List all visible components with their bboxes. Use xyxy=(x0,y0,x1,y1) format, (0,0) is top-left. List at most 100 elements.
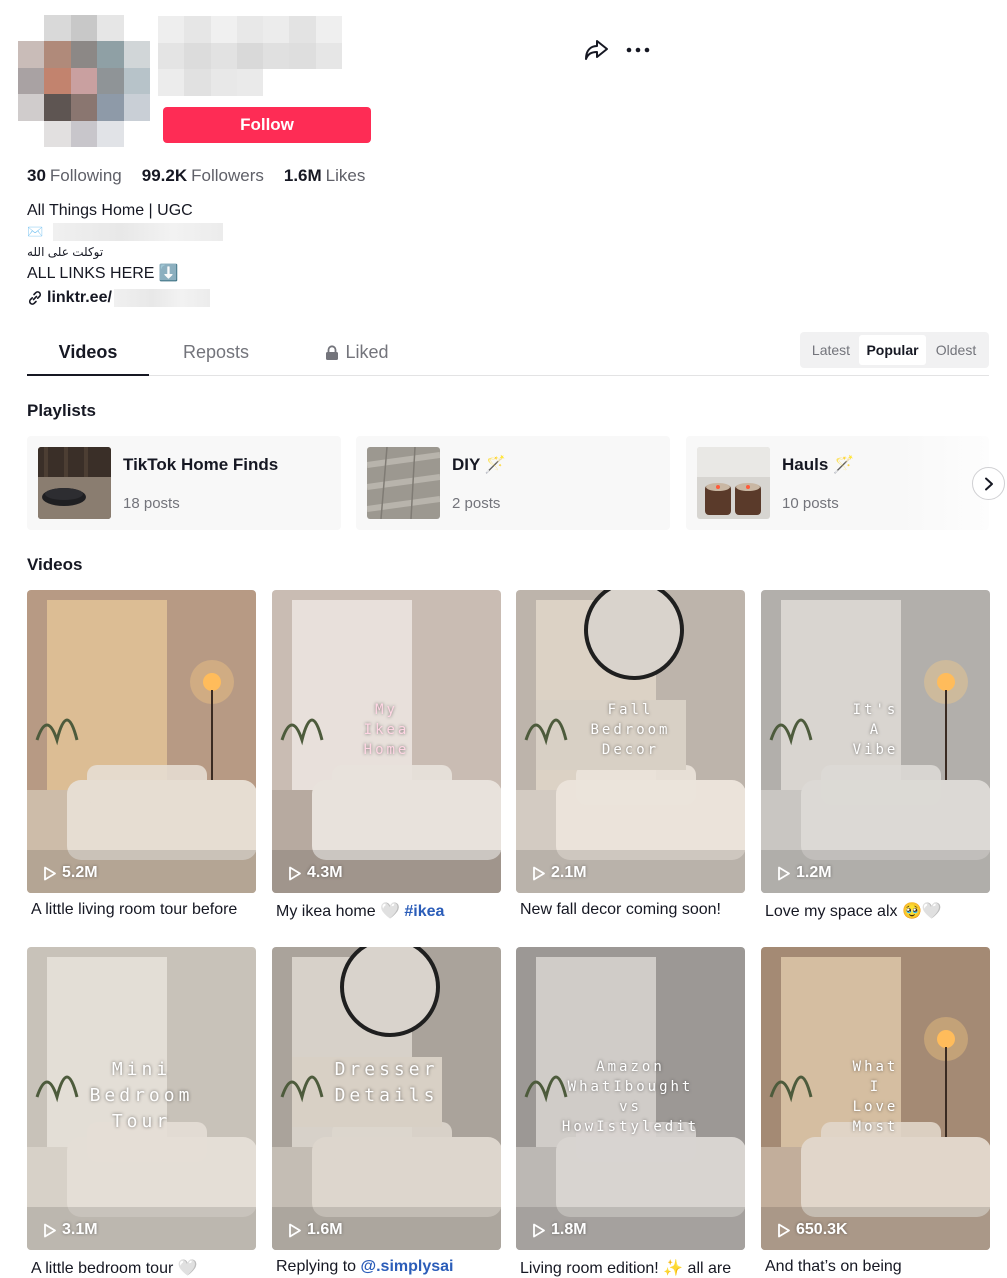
video-caption[interactable]: New fall decor coming soon! xyxy=(516,901,745,919)
playlist-name: Hauls 🪄 xyxy=(782,455,855,474)
video-caption[interactable]: Love my space alx 🥹🤍 xyxy=(761,901,990,921)
playlist-card[interactable]: DIY 🪄 2 posts xyxy=(356,436,670,530)
video-caption[interactable]: My ikea home 🤍 #ikea xyxy=(272,901,501,921)
view-count-value: 1.8M xyxy=(551,1221,587,1238)
video-card[interactable]: It's A Vibe 1.2M Love my space alx 🥹🤍 xyxy=(761,590,990,921)
view-count-value: 650.3K xyxy=(796,1221,848,1238)
likes-stat: 1.6M Likes xyxy=(283,166,366,185)
following-stat[interactable]: 30 Following xyxy=(27,166,122,186)
play-icon xyxy=(44,1223,56,1237)
video-card[interactable]: Amazon WhatIbought vs HowIstyledit 1.8M Li… xyxy=(516,947,745,1278)
video-caption[interactable]: And that’s on being xyxy=(761,1258,990,1276)
followers-stat[interactable]: 99.2K Followers xyxy=(142,166,264,186)
caption-tag-link[interactable]: @.simplysai xyxy=(361,1258,454,1275)
video-card[interactable]: Fall Bedroom Decor 2.1M New fall decor com… xyxy=(516,590,745,919)
play-icon xyxy=(533,866,545,880)
email-icon: ✉️ xyxy=(27,224,44,239)
video-overlay-text: What I Love Most xyxy=(852,1059,899,1135)
video-overlay-text: Fall Bedroom Decor xyxy=(590,702,671,758)
bio-email-row: ✉️ xyxy=(27,221,224,242)
video-thumbnail[interactable]: Mini Bedroom Tour 3.1M xyxy=(27,947,256,1250)
view-count-value: 4.3M xyxy=(307,864,343,881)
caption-tag-link[interactable]: #ikea xyxy=(404,903,444,920)
caption-text: New fall decor coming soon! xyxy=(520,901,721,918)
email-blurred xyxy=(53,222,224,241)
video-thumbnail[interactable]: Dresser Details 1.6M xyxy=(272,947,501,1250)
view-count: 4.3M xyxy=(288,864,343,882)
caption-text: A little bedroom tour 🤍 xyxy=(31,1260,198,1277)
chevron-right-icon[interactable] xyxy=(972,467,1005,500)
play-icon xyxy=(778,866,790,880)
bio-line: ALL LINKS HERE ⬇️ xyxy=(27,265,179,282)
playlist-count: 10 posts xyxy=(782,495,839,512)
play-icon xyxy=(289,866,301,880)
play-icon xyxy=(533,1223,545,1237)
view-count: 1.8M xyxy=(532,1221,587,1239)
caption-text: Love my space alx 🥹🤍 xyxy=(765,903,942,920)
sort-latest[interactable]: Latest xyxy=(803,335,859,365)
view-count-value: 1.6M xyxy=(307,1221,343,1238)
sort-oldest[interactable]: Oldest xyxy=(926,335,986,365)
video-thumbnail[interactable]: What I Love Most 650.3K xyxy=(761,947,990,1250)
view-count: 5.2M xyxy=(43,864,98,882)
playlist-card[interactable]: Hauls 🪄 10 posts xyxy=(686,436,989,530)
view-count: 2.1M xyxy=(532,864,587,882)
playlist-name: DIY 🪄 xyxy=(452,455,506,474)
video-thumbnail[interactable]: 5.2M xyxy=(27,590,256,893)
caption-text: My ikea home 🤍 xyxy=(276,903,405,920)
video-overlay-text: Mini Bedroom Tour xyxy=(89,1059,194,1132)
playlist-count: 18 posts xyxy=(123,495,180,512)
more-icon[interactable] xyxy=(624,36,652,64)
video-caption[interactable]: A little bedroom tour 🤍 xyxy=(27,1258,256,1278)
tab-videos[interactable]: Videos xyxy=(27,330,149,376)
video-card[interactable]: My Ikea Home 4.3M My ikea home 🤍 #ikea xyxy=(272,590,501,921)
videos-heading: Videos xyxy=(27,555,83,574)
link-icon xyxy=(28,291,42,305)
bio-link[interactable]: linktr.ee/ xyxy=(27,289,210,307)
tab-reposts[interactable]: Reposts xyxy=(161,330,271,375)
share-icon[interactable] xyxy=(582,36,610,64)
video-overlay-text: Amazon WhatIbought vs HowIstyledit xyxy=(561,1059,700,1135)
play-icon xyxy=(289,1223,301,1237)
video-caption[interactable]: A little living room tour before xyxy=(27,901,256,919)
playlist-thumbnail xyxy=(697,447,770,519)
profile-stats: 30 Following 99.2K Followers 1.6M Likes xyxy=(27,166,365,186)
video-thumbnail[interactable]: It's A Vibe 1.2M xyxy=(761,590,990,893)
view-count: 650.3K xyxy=(777,1221,848,1239)
video-card[interactable]: Dresser Details 1.6M Replying to @.simplys… xyxy=(272,947,501,1276)
tab-liked[interactable]: Liked xyxy=(307,330,407,375)
caption-text: Replying to xyxy=(276,1258,361,1275)
view-count: 3.1M xyxy=(43,1221,98,1239)
video-thumbnail[interactable]: Fall Bedroom Decor 2.1M xyxy=(516,590,745,893)
video-card[interactable]: 5.2M A little living room tour before xyxy=(27,590,256,919)
view-count: 1.6M xyxy=(288,1221,343,1239)
video-caption[interactable]: Living room edition! ✨ all are xyxy=(516,1258,745,1278)
caption-text: And that’s on being xyxy=(765,1258,902,1275)
playlist-count: 2 posts xyxy=(452,495,501,512)
video-thumbnail[interactable]: My Ikea Home 4.3M xyxy=(272,590,501,893)
video-card[interactable]: Mini Bedroom Tour 3.1M A little bedroom to… xyxy=(27,947,256,1278)
view-count-value: 1.2M xyxy=(796,864,832,881)
playlist-card[interactable]: TikTok Home Finds 18 posts xyxy=(27,436,341,530)
video-card[interactable]: What I Love Most 650.3K And that’s on bein… xyxy=(761,947,990,1276)
video-thumbnail[interactable]: Amazon WhatIbought vs HowIstyledit 1.8M xyxy=(516,947,745,1250)
video-thumbnail-image xyxy=(27,590,256,893)
playlists-heading: Playlists xyxy=(27,401,96,420)
link-text[interactable]: linktr.ee/ xyxy=(47,289,112,307)
link-blurred xyxy=(113,289,210,307)
video-overlay-text: My Ikea Home xyxy=(363,702,410,758)
avatar[interactable] xyxy=(18,15,150,147)
bio-line: All Things Home | UGC xyxy=(27,202,193,219)
playlist-thumbnail xyxy=(367,447,440,519)
video-caption[interactable]: Replying to @.simplysai xyxy=(272,1258,501,1276)
follow-button[interactable]: Follow xyxy=(163,107,371,143)
bio: All Things Home | UGC ✉️ توكلت على الله … xyxy=(27,200,224,284)
video-overlay-text: It's A Vibe xyxy=(852,702,899,758)
view-count-value: 3.1M xyxy=(62,1221,98,1238)
bio-arabic: توكلت على الله xyxy=(27,245,104,259)
play-icon xyxy=(778,1223,790,1237)
playlist-thumbnail xyxy=(38,447,111,519)
caption-text: A little living room tour before xyxy=(31,901,238,918)
view-count-value: 2.1M xyxy=(551,864,587,881)
sort-popular[interactable]: Popular xyxy=(859,335,926,365)
